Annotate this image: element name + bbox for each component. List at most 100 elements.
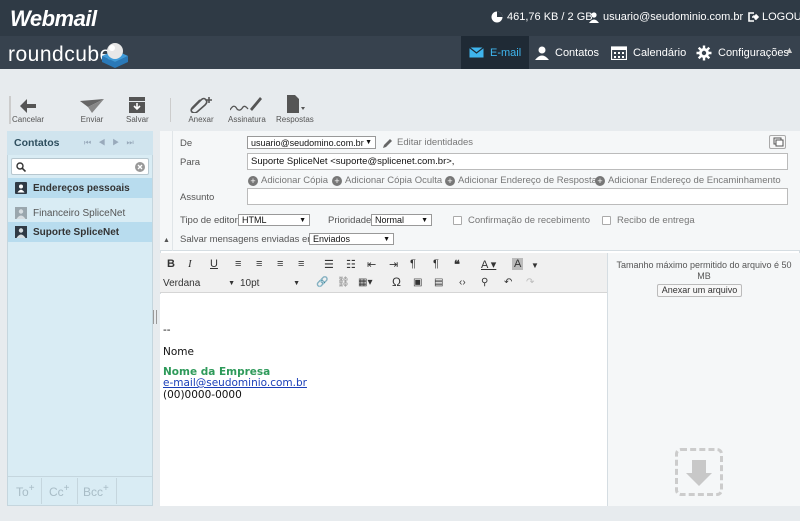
bullet-list-button[interactable]: ☰ (324, 258, 334, 271)
bg-color-button[interactable]: A (512, 258, 524, 270)
media-icon[interactable]: ▤ (434, 277, 443, 288)
drop-zone[interactable] (675, 448, 723, 496)
redo-icon[interactable]: ↷ (526, 277, 534, 288)
numbered-list-button[interactable]: ☷ (346, 258, 356, 271)
clear-search-icon[interactable] (135, 162, 145, 172)
delivery-receipt-option[interactable]: Recibo de entrega (602, 215, 695, 226)
bg-color-caret-icon[interactable]: ▼ (531, 261, 539, 270)
toolbar-divider (170, 98, 171, 122)
logout-icon (748, 12, 759, 22)
add-followup-to-link-label: Adicionar Endereço de Encaminhamento (608, 175, 781, 186)
add-followup-to-link[interactable]: + Adicionar Endereço de Encaminhamento (595, 175, 781, 186)
ltr-button[interactable]: ¶ (410, 258, 416, 270)
contact-item[interactable]: Financeiro SpliceNet (8, 203, 152, 223)
image-icon[interactable]: ▣ (413, 277, 422, 288)
table-icon[interactable]: ▦▾ (358, 277, 372, 288)
special-char-icon[interactable]: Ω (392, 275, 401, 289)
send-button[interactable]: Enviar (80, 99, 104, 124)
subject-input[interactable] (247, 188, 788, 205)
align-left-button[interactable]: ≡ (235, 258, 241, 270)
contacts-search-input[interactable] (11, 158, 149, 175)
signature-pen-icon (229, 97, 262, 111)
underline-button[interactable]: U (210, 258, 218, 270)
add-cc-button[interactable]: Cc+ (43, 481, 76, 501)
add-bcc-label: Bcc (83, 485, 104, 499)
max-size-text: Tamanho máximo permitido do arquivo é 50… (616, 260, 792, 281)
source-code-icon[interactable]: ‹› (459, 277, 466, 288)
text-color-button[interactable]: A ▾ (481, 258, 496, 271)
toolbar (0, 69, 800, 129)
priority-select[interactable]: Normal ▼ (371, 214, 432, 226)
link-icon[interactable]: 🔗 (316, 277, 328, 288)
add-to-button[interactable]: To+ (10, 481, 41, 501)
nav-contacts[interactable]: Contatos (527, 36, 607, 69)
unlink-icon[interactable]: ⛓ (337, 277, 350, 288)
prev-page-icon[interactable]: ◀ (98, 138, 112, 147)
cancel-button[interactable]: Cancelar (12, 99, 44, 124)
blockquote-button[interactable]: ❝ (454, 258, 460, 271)
signature-separator: -- (163, 324, 171, 336)
quota-indicator: 461,76 KB / 2 GB (491, 11, 593, 23)
address-book-group[interactable]: Endereços pessoais (8, 178, 152, 198)
nav-email-label: E-mail (490, 46, 522, 59)
contacts-footer-divider (8, 476, 152, 477)
collapse-options-icon[interactable]: ▲ (163, 237, 170, 244)
arrow-left-icon (20, 99, 36, 113)
signature-email-link[interactable]: e-mail@seudominio.com.br (163, 377, 307, 389)
justify-button[interactable]: ≡ (298, 258, 304, 270)
last-page-icon[interactable]: ⏭ (126, 138, 140, 147)
editor-type-select[interactable]: HTML ▼ (238, 214, 310, 226)
responses-button[interactable]: Respostas (276, 95, 314, 124)
next-page-icon[interactable]: ▶ (112, 138, 126, 147)
add-bcc-link[interactable]: + Adicionar Cópia Oculta (332, 175, 442, 186)
attach-file-button[interactable]: Anexar um arquivo (657, 284, 742, 297)
contact-item[interactable]: Suporte SpliceNet (8, 222, 152, 242)
italic-button[interactable]: I (188, 258, 192, 270)
save-button[interactable]: Salvar (126, 97, 149, 124)
person-icon (535, 46, 549, 60)
window-restore-icon (773, 137, 784, 147)
add-circle-icon: + (595, 175, 605, 186)
first-page-icon[interactable]: ⏮ (84, 138, 98, 147)
align-center-button[interactable]: ≡ (256, 258, 262, 270)
bold-button[interactable]: B (167, 258, 175, 270)
rtl-button[interactable]: ¶ (433, 258, 439, 270)
add-cc-link[interactable]: + Adicionar Cópia (248, 175, 328, 186)
priority-value: Normal (375, 215, 405, 225)
panel-splitter[interactable] (153, 310, 157, 324)
outdent-button[interactable]: ⇤ (367, 258, 376, 271)
add-reply-to-link[interactable]: + Adicionar Endereço de Resposta (445, 175, 597, 186)
send-label: Enviar (80, 115, 104, 124)
font-size-select[interactable]: 10pt ▼ (240, 277, 300, 290)
collapse-arrow-icon[interactable]: ▲ (785, 45, 794, 55)
save-label: Salvar (126, 115, 149, 124)
undo-icon[interactable]: ↶ (504, 277, 512, 288)
find-replace-icon[interactable]: ⚲ (481, 277, 488, 288)
read-receipt-label: Confirmação de recebimento (468, 215, 590, 226)
roundcube-logo-icon (102, 43, 128, 68)
nav-calendar[interactable]: Calendário (603, 36, 694, 69)
save-sent-select[interactable]: Enviados ▼ (309, 233, 394, 245)
read-receipt-checkbox[interactable] (453, 216, 462, 225)
to-label: Para (180, 157, 201, 168)
pie-chart-icon (491, 11, 503, 23)
delivery-receipt-checkbox[interactable] (602, 216, 611, 225)
edit-identities-link[interactable]: Editar identidades (383, 137, 473, 148)
signature-button[interactable]: Assinatura (228, 95, 266, 124)
attach-button[interactable]: Anexar (188, 95, 214, 124)
from-select[interactable]: usuario@seudomino.com.br ▼ (247, 136, 376, 149)
add-cc-label: Cc (49, 485, 64, 499)
indent-button[interactable]: ⇥ (389, 258, 398, 271)
read-receipt-option[interactable]: Confirmação de recebimento (453, 215, 590, 226)
maximize-button[interactable] (769, 135, 786, 149)
nav-settings[interactable]: Configurações (688, 36, 797, 69)
nav-email[interactable]: E-mail (461, 36, 530, 69)
to-input[interactable]: Suporte SpliceNet <suporte@splicenet.com… (247, 153, 788, 170)
contacts-pager[interactable]: ⏮◀▶⏭ (84, 138, 141, 148)
download-arrow-icon (686, 460, 712, 486)
align-right-button[interactable]: ≡ (277, 258, 283, 270)
font-family-select[interactable]: Verdana ▼ (163, 277, 235, 290)
user-menu[interactable]: usuario@seudominio.com.br ▼ (589, 11, 759, 23)
logout-button[interactable]: LOGOUT (748, 11, 800, 23)
add-bcc-button[interactable]: Bcc+ (77, 481, 115, 501)
